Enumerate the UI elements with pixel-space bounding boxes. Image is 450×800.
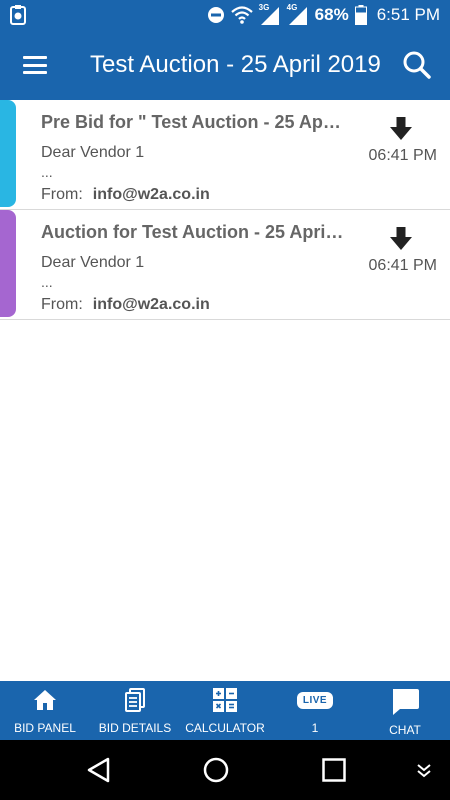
- download-arrow-icon[interactable]: [388, 226, 414, 252]
- nav-chat[interactable]: CHAT: [360, 681, 450, 740]
- message-preview: ...: [41, 274, 53, 290]
- from-label: From:: [41, 296, 83, 313]
- battery-icon: [354, 5, 367, 25]
- app-notification-icon: [10, 5, 26, 25]
- bottom-nav: BID PANEL BID DETAILS CALCULATOR LIVE 1 …: [0, 681, 450, 740]
- status-bar: 3G 4G 68% 6:51 PM: [0, 0, 450, 30]
- from-email: info@w2a.co.in: [92, 296, 210, 313]
- nav-chat-label: CHAT: [389, 723, 421, 737]
- chevron-down-icon: [417, 764, 431, 778]
- nav-calculator-label: CALCULATOR: [185, 721, 265, 735]
- page-title: Test Auction - 25 April 2019: [90, 51, 381, 78]
- do-not-disturb-icon: [207, 7, 224, 23]
- nav-live[interactable]: LIVE 1: [270, 681, 360, 740]
- from-email: info@w2a.co.in: [92, 186, 210, 203]
- home-circle-icon: [203, 757, 229, 783]
- battery-percent: 68%: [314, 5, 349, 24]
- keyboard-hide-button[interactable]: [416, 762, 432, 778]
- nav-bid-details[interactable]: BID DETAILS: [90, 681, 180, 740]
- back-button[interactable]: [86, 757, 112, 783]
- message-subject: Auction for Test Auction - 25 April 2019: [41, 222, 346, 242]
- message-from: From: info@w2a.co.in: [41, 296, 210, 314]
- list-item[interactable]: Auction for Test Auction - 25 April 2019…: [0, 210, 450, 320]
- message-list: Pre Bid for " Test Auction - 25 April 20…: [0, 100, 450, 320]
- menu-button[interactable]: [0, 30, 70, 100]
- chat-icon: [393, 689, 419, 715]
- back-triangle-icon: [87, 757, 110, 783]
- recents-square-icon: [322, 758, 346, 782]
- search-icon: [403, 51, 431, 79]
- system-nav-bar: [0, 740, 450, 800]
- document-icon: [125, 688, 145, 712]
- signal-3g-icon: 3G: [259, 3, 281, 25]
- message-preview: ...: [41, 164, 53, 180]
- message-time: 06:41 PM: [368, 147, 437, 164]
- home-button[interactable]: [202, 756, 230, 784]
- search-button[interactable]: [384, 30, 450, 100]
- nav-bid-panel-label: BID PANEL: [14, 721, 76, 735]
- nav-calculator[interactable]: CALCULATOR: [180, 681, 270, 740]
- live-count: 1: [311, 721, 319, 735]
- app-bar: Test Auction - 25 April 2019: [0, 30, 450, 100]
- nav-bid-panel[interactable]: BID PANEL: [0, 681, 90, 740]
- message-time: 06:41 PM: [368, 257, 437, 274]
- from-label: From:: [41, 186, 83, 203]
- recents-button[interactable]: [321, 757, 347, 783]
- list-item[interactable]: Pre Bid for " Test Auction - 25 April 20…: [0, 100, 450, 210]
- message-greeting: Dear Vendor 1: [41, 254, 145, 271]
- message-subject: Pre Bid for " Test Auction - 25 April 20…: [41, 112, 346, 132]
- accent-bar: [0, 100, 16, 207]
- clock: 6:51 PM: [376, 5, 440, 24]
- wifi-icon: [230, 6, 253, 24]
- accent-bar: [0, 210, 16, 317]
- download-arrow-icon[interactable]: [388, 116, 414, 142]
- message-greeting: Dear Vendor 1: [41, 144, 145, 161]
- nav-bid-details-label: BID DETAILS: [98, 721, 172, 735]
- home-icon: [34, 690, 56, 710]
- hamburger-icon: [23, 56, 47, 74]
- calculator-icon: [213, 688, 237, 712]
- message-from: From: info@w2a.co.in: [41, 186, 210, 204]
- live-badge: LIVE: [296, 691, 334, 709]
- signal-4g-icon: 4G: [287, 3, 309, 25]
